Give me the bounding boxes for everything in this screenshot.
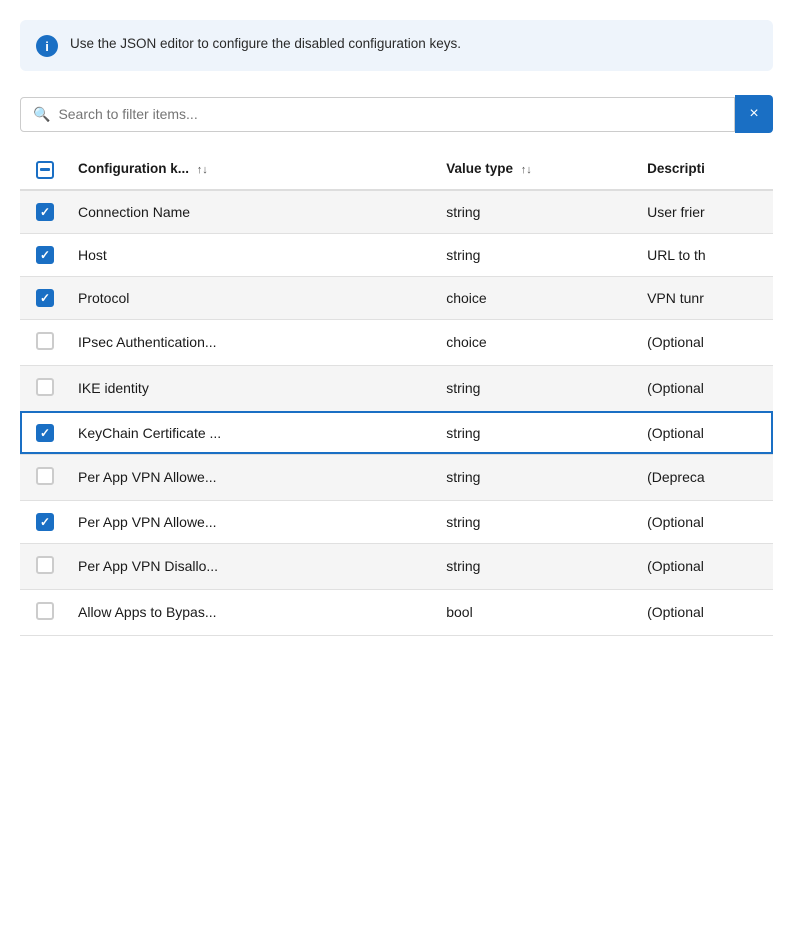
row-config-key: Per App VPN Allowe... (70, 500, 438, 543)
info-icon: i (36, 35, 58, 57)
info-banner-text: Use the JSON editor to configure the dis… (70, 34, 461, 54)
row-config-key: Per App VPN Disallo... (70, 543, 438, 589)
row-checkbox[interactable] (36, 602, 54, 620)
row-checkbox[interactable] (36, 289, 54, 307)
row-value-type: string (438, 190, 639, 234)
row-config-key: IKE identity (70, 365, 438, 411)
search-clear-button[interactable]: × (735, 95, 773, 133)
row-description: (Optional (639, 365, 773, 411)
search-row: 🔍 × (20, 95, 773, 133)
search-icon: 🔍 (33, 106, 50, 123)
row-value-type: string (438, 454, 639, 500)
row-description: (Depreca (639, 454, 773, 500)
row-description: User frier (639, 190, 773, 234)
row-description: VPN tunr (639, 276, 773, 319)
table-row[interactable]: Connection NamestringUser frier (20, 190, 773, 234)
row-checkbox-cell[interactable] (20, 411, 70, 454)
info-banner: i Use the JSON editor to configure the d… (20, 20, 773, 71)
row-checkbox-cell[interactable] (20, 589, 70, 635)
table-row[interactable]: IPsec Authentication...choice(Optional (20, 319, 773, 365)
table-row[interactable]: Allow Apps to Bypas...bool(Optional (20, 589, 773, 635)
row-checkbox[interactable] (36, 203, 54, 221)
row-value-type: choice (438, 319, 639, 365)
row-description: (Optional (639, 411, 773, 454)
row-description: (Optional (639, 543, 773, 589)
row-config-key: Host (70, 233, 438, 276)
row-checkbox[interactable] (36, 332, 54, 350)
header-checkbox-cell[interactable] (20, 149, 70, 190)
config-table: Configuration k... ↑↓ Value type ↑↓ Desc… (20, 149, 773, 636)
row-checkbox[interactable] (36, 467, 54, 485)
row-config-key: Per App VPN Allowe... (70, 454, 438, 500)
search-input[interactable] (58, 106, 722, 122)
row-checkbox-cell[interactable] (20, 319, 70, 365)
header-checkbox[interactable] (36, 161, 54, 179)
row-description: (Optional (639, 500, 773, 543)
row-config-key: IPsec Authentication... (70, 319, 438, 365)
row-config-key: Protocol (70, 276, 438, 319)
row-value-type: string (438, 500, 639, 543)
row-checkbox-cell[interactable] (20, 365, 70, 411)
row-value-type: choice (438, 276, 639, 319)
row-value-type: bool (438, 589, 639, 635)
row-checkbox-cell[interactable] (20, 543, 70, 589)
row-checkbox[interactable] (36, 424, 54, 442)
table-row[interactable]: ProtocolchoiceVPN tunr (20, 276, 773, 319)
row-checkbox-cell[interactable] (20, 500, 70, 543)
header-value-type[interactable]: Value type ↑↓ (438, 149, 639, 190)
table-row[interactable]: HoststringURL to th (20, 233, 773, 276)
table-row[interactable]: Per App VPN Allowe...string(Depreca (20, 454, 773, 500)
row-description: URL to th (639, 233, 773, 276)
row-value-type: string (438, 233, 639, 276)
row-config-key: Connection Name (70, 190, 438, 234)
row-config-key: KeyChain Certificate ... (70, 411, 438, 454)
sort-icon-config: ↑↓ (197, 164, 208, 176)
close-icon: × (749, 105, 758, 123)
indeterminate-indicator (40, 168, 50, 171)
header-config-key[interactable]: Configuration k... ↑↓ (70, 149, 438, 190)
row-value-type: string (438, 365, 639, 411)
row-checkbox[interactable] (36, 246, 54, 264)
header-description: Descripti (639, 149, 773, 190)
row-config-key: Allow Apps to Bypas... (70, 589, 438, 635)
row-checkbox[interactable] (36, 556, 54, 574)
search-input-wrapper: 🔍 (20, 97, 735, 132)
sort-icon-value: ↑↓ (521, 164, 532, 176)
table-header-row: Configuration k... ↑↓ Value type ↑↓ Desc… (20, 149, 773, 190)
table-row[interactable]: IKE identitystring(Optional (20, 365, 773, 411)
row-description: (Optional (639, 589, 773, 635)
row-checkbox[interactable] (36, 513, 54, 531)
row-checkbox-cell[interactable] (20, 233, 70, 276)
row-checkbox-cell[interactable] (20, 276, 70, 319)
row-value-type: string (438, 543, 639, 589)
table-row[interactable]: Per App VPN Allowe...string(Optional (20, 500, 773, 543)
row-checkbox-cell[interactable] (20, 190, 70, 234)
row-checkbox-cell[interactable] (20, 454, 70, 500)
row-value-type: string (438, 411, 639, 454)
row-checkbox[interactable] (36, 378, 54, 396)
row-description: (Optional (639, 319, 773, 365)
table-row[interactable]: KeyChain Certificate ...string(Optional (20, 411, 773, 454)
table-row[interactable]: Per App VPN Disallo...string(Optional (20, 543, 773, 589)
